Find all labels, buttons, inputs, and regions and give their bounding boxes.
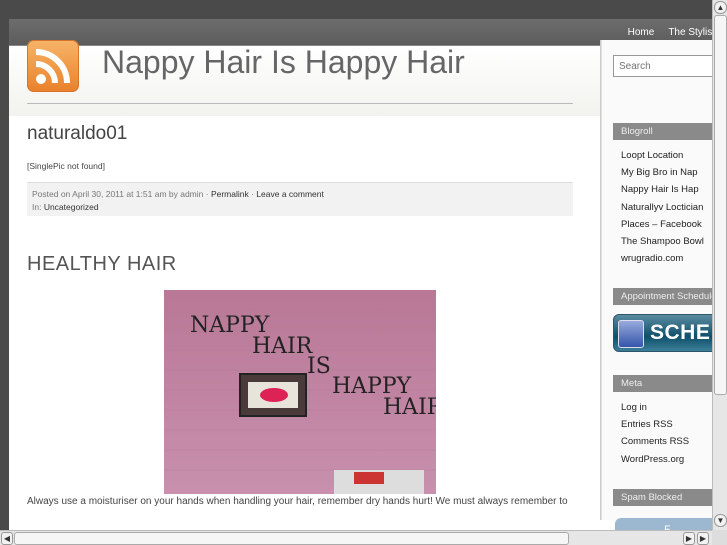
spam-title: Spam Blocked	[613, 489, 718, 506]
search-input[interactable]	[613, 55, 718, 77]
wall-text-is: IS	[307, 354, 331, 379]
vertical-scroll-thumb[interactable]	[714, 15, 727, 395]
nav-home-link[interactable]: Home	[628, 27, 655, 38]
divider	[27, 103, 573, 104]
blogroll-link[interactable]: Loopt Location	[621, 147, 711, 164]
vertical-scrollbar[interactable]: ▲ ▼	[712, 0, 727, 530]
wall-text-hair-2: HAIR	[383, 395, 436, 420]
schedule-button[interactable]: SCHE	[613, 314, 723, 352]
blogroll-title: Blogroll	[613, 123, 718, 140]
scrollbar-corner	[712, 530, 727, 545]
scroll-right-icon[interactable]: ▶	[683, 532, 695, 545]
permalink-link[interactable]: Permalink	[211, 189, 249, 199]
site-title[interactable]: Nappy Hair Is Happy Hair	[102, 44, 465, 81]
category-link[interactable]: Uncategorized	[44, 202, 99, 212]
post-title[interactable]: naturaldo01	[27, 123, 127, 145]
blogroll-link[interactable]: Places – Facebook	[621, 216, 711, 233]
scroll-left-icon[interactable]: ◀	[1, 532, 13, 545]
scroll-down-icon[interactable]: ▼	[714, 514, 727, 527]
blogroll-list: Loopt Location My Big Bro in Nap Nappy H…	[621, 147, 711, 267]
blogroll-link[interactable]: Naturallyv Loctician	[621, 199, 711, 216]
calendar-icon	[618, 320, 644, 348]
post-image: NAPPY HAIR IS HAPPY HAIR	[164, 290, 445, 494]
meta-link[interactable]: Entries RSS	[621, 416, 711, 433]
meta-title: Meta	[613, 375, 718, 392]
nav-stylist-link[interactable]: The Stylist	[668, 27, 712, 38]
post-excerpt: Always use a moisturiser on your hands w…	[27, 496, 568, 507]
post-body: [SinglePic not found]	[27, 161, 105, 171]
horizontal-scroll-thumb[interactable]	[14, 532, 569, 545]
blogroll-link[interactable]: The Shampoo Bowl	[621, 233, 711, 250]
meta-list: Log in Entries RSS Comments RSS WordPres…	[621, 399, 711, 468]
meta-link[interactable]: Log in	[621, 399, 711, 416]
wall-text-hair: HAIR	[252, 334, 314, 359]
post-meta: Posted on April 30, 2011 at 1:51 am by a…	[27, 182, 573, 216]
blogroll-link[interactable]: Nappy Hair Is Hap	[621, 181, 711, 198]
post-meta-in: In:	[32, 202, 44, 212]
scroll-up-icon[interactable]: ▲	[714, 1, 727, 14]
horizontal-scrollbar[interactable]: ◀ ▶ ▶	[0, 530, 712, 545]
leave-comment-link[interactable]: Leave a comment	[256, 189, 324, 199]
post-title-healthy-hair[interactable]: HEALTHY HAIR	[27, 253, 177, 276]
post-meta-posted: Posted on April 30, 2011 at 1:51 am by a…	[32, 189, 211, 199]
schedule-label: SCHE	[650, 321, 711, 344]
blogroll-link[interactable]: My Big Bro in Nap	[621, 164, 711, 181]
meta-link[interactable]: Comments RSS	[621, 433, 711, 450]
rss-icon[interactable]	[27, 40, 79, 92]
appointment-title: Appointment Schedule	[613, 288, 718, 305]
meta-link[interactable]: WordPress.org	[621, 451, 711, 468]
scroll-right-end-icon[interactable]: ▶	[697, 532, 709, 545]
blogroll-link[interactable]: wrugradio.com	[621, 250, 711, 267]
